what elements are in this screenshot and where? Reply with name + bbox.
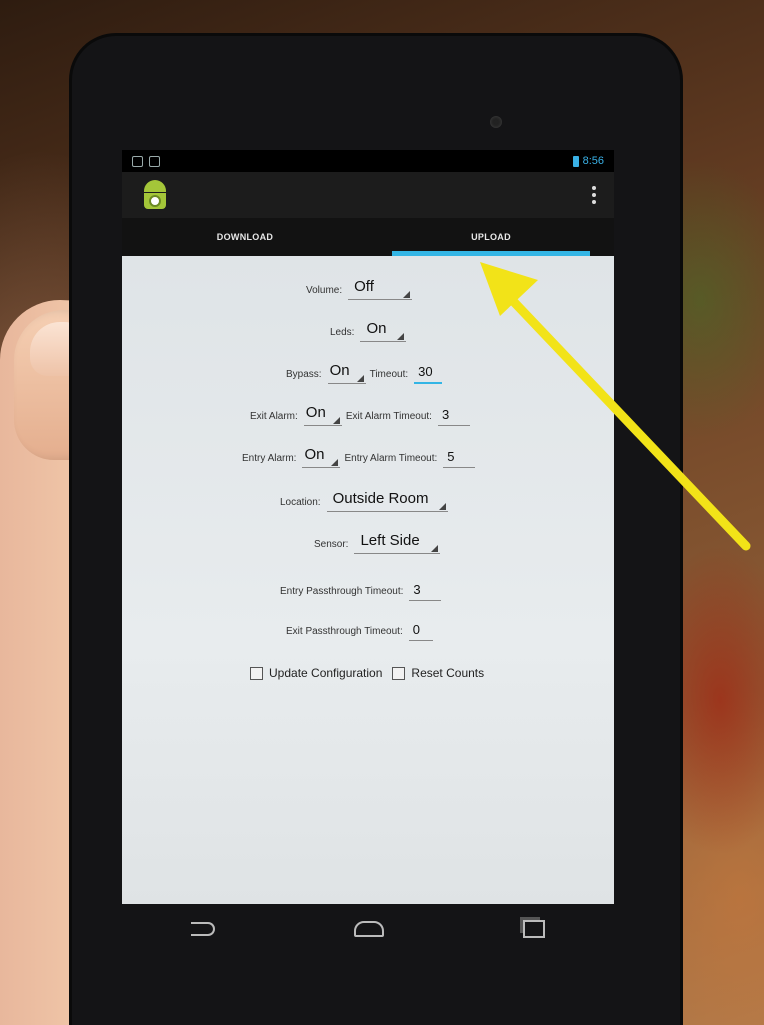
status-time: 8:56	[582, 155, 604, 167]
android-app-icon[interactable]	[140, 178, 170, 212]
bypass-label: Bypass:	[286, 369, 322, 380]
exit-alarm-spinner[interactable]: On	[303, 404, 342, 426]
bypass-row: Bypass: On Timeout: 30	[286, 362, 443, 384]
update-configuration-checkbox[interactable]	[250, 666, 263, 680]
bypass-timeout-field[interactable]: 30	[414, 364, 443, 384]
exit-alarm-label: Exit Alarm:	[250, 411, 298, 422]
sensor-spinner[interactable]: Left Side	[354, 532, 440, 554]
sensor-row: Sensor: Left Side	[314, 532, 440, 554]
tab-upload[interactable]: UPLOAD	[368, 218, 614, 256]
tab-bar: DOWNLOAD UPLOAD	[122, 218, 614, 256]
entry-passthrough-row: Entry Passthrough Timeout: 3	[280, 582, 442, 601]
exit-passthrough-field[interactable]: 0	[408, 622, 433, 641]
exit-passthrough-row: Exit Passthrough Timeout: 0	[286, 622, 433, 641]
reset-counts-label[interactable]: Reset Counts	[411, 666, 484, 680]
entry-alarm-label: Entry Alarm:	[242, 453, 297, 464]
bypass-timeout-label: Timeout:	[369, 369, 409, 380]
entry-passthrough-field[interactable]: 3	[409, 582, 442, 601]
sd-card-icon	[132, 155, 143, 167]
entry-alarm-timeout-label: Entry Alarm Timeout:	[344, 453, 438, 464]
location-row: Location: Outside Room	[280, 490, 449, 512]
leds-label: Leds:	[330, 327, 355, 338]
exit-passthrough-label: Exit Passthrough Timeout:	[286, 626, 403, 637]
bypass-spinner[interactable]: On	[327, 362, 366, 384]
entry-alarm-spinner[interactable]: On	[302, 446, 341, 468]
exit-alarm-row: Exit Alarm: On Exit Alarm Timeout: 3	[250, 404, 470, 426]
leds-spinner[interactable]: On	[360, 320, 407, 342]
download-done-icon	[149, 155, 160, 167]
home-icon[interactable]	[353, 921, 384, 937]
entry-passthrough-label: Entry Passthrough Timeout:	[280, 586, 404, 597]
reset-counts-checkbox[interactable]	[392, 666, 406, 680]
entry-alarm-row: Entry Alarm: On Entry Alarm Timeout: 5	[242, 446, 476, 468]
volume-label: Volume:	[306, 285, 343, 296]
entry-alarm-timeout-field[interactable]: 5	[443, 449, 476, 468]
location-label: Location:	[280, 497, 321, 508]
battery-icon	[572, 155, 579, 167]
location-spinner[interactable]: Outside Room	[326, 490, 449, 512]
overflow-menu-icon[interactable]	[592, 186, 596, 204]
yellow-arrow-annotation	[480, 262, 751, 551]
sensor-label: Sensor:	[314, 539, 349, 550]
volume-row: Volume: Off	[306, 278, 412, 300]
options-row: Update Configuration Reset Counts	[250, 666, 484, 680]
update-configuration-label[interactable]: Update Configuration	[269, 666, 382, 680]
back-icon[interactable]	[191, 922, 216, 936]
front-camera	[490, 116, 502, 128]
volume-spinner[interactable]: Off	[348, 278, 412, 300]
exit-alarm-timeout-field[interactable]: 3	[437, 407, 470, 426]
recent-apps-icon[interactable]	[522, 920, 545, 938]
action-bar	[122, 172, 614, 218]
leds-row: Leds: On	[330, 320, 407, 342]
exit-alarm-timeout-label: Exit Alarm Timeout:	[345, 411, 432, 422]
status-bar: 8:56	[122, 150, 614, 172]
navigation-bar	[122, 904, 614, 954]
tab-download[interactable]: DOWNLOAD	[122, 218, 368, 256]
